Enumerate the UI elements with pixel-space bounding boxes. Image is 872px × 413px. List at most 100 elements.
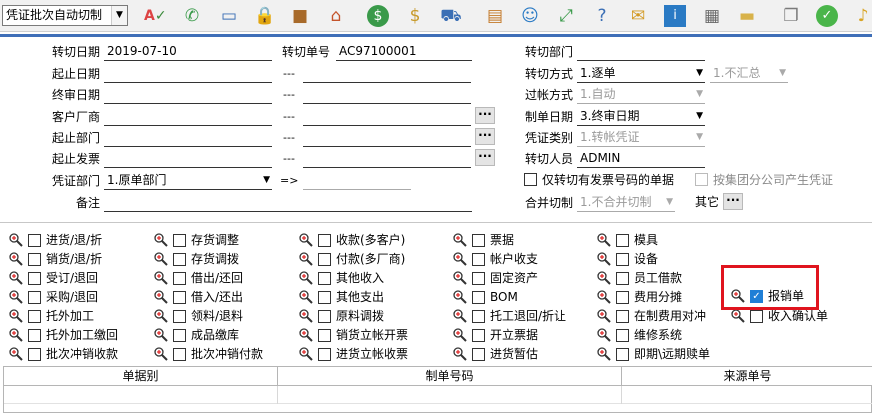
- briefcase-icon[interactable]: ■: [289, 5, 311, 27]
- option-checkbox[interactable]: [173, 272, 186, 285]
- column-header-voucher-no[interactable]: 制单号码: [278, 367, 622, 386]
- option-checkbox[interactable]: [616, 329, 629, 342]
- option-checkbox[interactable]: [173, 329, 186, 342]
- magnifier-icon[interactable]: [153, 270, 168, 285]
- magnifier-icon[interactable]: [596, 346, 611, 361]
- merge-select[interactable]: 1.不合并切制 ▼: [577, 194, 675, 212]
- start-date-to-field[interactable]: [303, 65, 471, 83]
- transfer-mode-select[interactable]: 1.逐单 ▼: [577, 65, 705, 83]
- magnifier-icon[interactable]: [452, 289, 467, 304]
- magnifier-icon[interactable]: [153, 251, 168, 266]
- start-invoice-lookup-button[interactable]: ···: [475, 149, 495, 166]
- magnifier-icon[interactable]: [153, 232, 168, 247]
- column-header-source-no[interactable]: 来源单号: [622, 367, 872, 386]
- magnifier-icon[interactable]: [298, 289, 313, 304]
- option-checkbox[interactable]: [472, 234, 485, 247]
- table-row[interactable]: [4, 386, 872, 404]
- copy-icon[interactable]: ❐: [780, 5, 802, 27]
- magnifier-icon[interactable]: [596, 327, 611, 342]
- voucher-dept-select[interactable]: 1.原单部门 ▼: [104, 172, 272, 190]
- option-checkbox[interactable]: [616, 272, 629, 285]
- start-invoice-to-field[interactable]: [303, 150, 471, 168]
- summary-select[interactable]: 1.不汇总 ▼: [710, 65, 788, 83]
- transfer-dept-field[interactable]: [577, 43, 705, 61]
- magnifier-icon[interactable]: [452, 232, 467, 247]
- magnifier-icon[interactable]: [8, 270, 23, 285]
- magnifier-icon[interactable]: [8, 289, 23, 304]
- magnifier-icon[interactable]: [298, 232, 313, 247]
- magnifier-icon[interactable]: [452, 251, 467, 266]
- option-checkbox[interactable]: [472, 291, 485, 304]
- magnifier-icon[interactable]: [8, 308, 23, 323]
- option-checkbox[interactable]: [472, 310, 485, 323]
- option-checkbox[interactable]: [318, 348, 331, 361]
- final-review-date-from-field[interactable]: [104, 86, 272, 104]
- option-checkbox[interactable]: [173, 234, 186, 247]
- option-checkbox[interactable]: [28, 348, 41, 361]
- option-checkbox[interactable]: [472, 272, 485, 285]
- magnifier-icon[interactable]: [298, 346, 313, 361]
- start-dept-to-field[interactable]: [303, 129, 471, 147]
- mode-select[interactable]: 凭证批次自动切制 ▼: [2, 5, 128, 26]
- clipboard-icon[interactable]: ▤: [484, 5, 506, 27]
- start-dept-lookup-button[interactable]: ···: [475, 128, 495, 145]
- start-dept-from-field[interactable]: [104, 129, 272, 147]
- posting-mode-select[interactable]: 1.自动 ▼: [577, 86, 705, 104]
- option-checkbox[interactable]: [750, 310, 763, 323]
- table-cell[interactable]: [4, 386, 278, 404]
- transfer-no-field[interactable]: AC97100001: [336, 43, 472, 61]
- magnifier-icon[interactable]: [298, 308, 313, 323]
- lock-icon[interactable]: 🔒: [254, 5, 276, 27]
- money-bag-icon[interactable]: $: [404, 5, 426, 27]
- option-checkbox[interactable]: [318, 310, 331, 323]
- option-checkbox[interactable]: [472, 348, 485, 361]
- magnifier-icon[interactable]: [8, 232, 23, 247]
- magnifier-icon[interactable]: [8, 327, 23, 342]
- house-icon[interactable]: ⌂: [325, 5, 347, 27]
- cart-icon[interactable]: ⛟: [440, 5, 462, 27]
- group-company-checkbox[interactable]: [695, 173, 708, 186]
- option-checkbox[interactable]: [472, 253, 485, 266]
- column-header-doc-type[interactable]: 单据别: [4, 367, 278, 386]
- magnifier-icon[interactable]: [452, 270, 467, 285]
- transfer-date-field[interactable]: 2019-07-10: [104, 43, 272, 61]
- magnifier-icon[interactable]: [153, 308, 168, 323]
- ok-icon[interactable]: ✓: [816, 5, 838, 27]
- voucher-type-select[interactable]: 1.转帐凭证 ▼: [577, 129, 705, 147]
- start-date-from-field[interactable]: [104, 65, 272, 83]
- phone-icon[interactable]: ✆: [181, 5, 203, 27]
- option-checkbox[interactable]: [472, 329, 485, 342]
- option-checkbox[interactable]: [616, 348, 629, 361]
- option-checkbox[interactable]: [28, 234, 41, 247]
- zoom-icon[interactable]: ⤢: [555, 5, 577, 27]
- magnifier-icon[interactable]: [452, 308, 467, 323]
- option-checkbox[interactable]: [173, 291, 186, 304]
- magnifier-icon[interactable]: [596, 270, 611, 285]
- magnifier-icon[interactable]: [596, 308, 611, 323]
- magnifier-icon[interactable]: [730, 308, 745, 323]
- table-cell[interactable]: [622, 386, 872, 404]
- magnifier-icon[interactable]: [298, 251, 313, 266]
- magnifier-icon[interactable]: [153, 346, 168, 361]
- only-invoice-checkbox[interactable]: [524, 173, 537, 186]
- voucher-date-select[interactable]: 3.终审日期 ▼: [577, 108, 705, 126]
- magnifier-icon[interactable]: [298, 327, 313, 342]
- option-checkbox[interactable]: [318, 329, 331, 342]
- dollar-icon[interactable]: $: [367, 5, 389, 27]
- magnifier-icon[interactable]: [8, 251, 23, 266]
- option-checkbox[interactable]: [173, 253, 186, 266]
- magnifier-icon[interactable]: [298, 270, 313, 285]
- option-checkbox[interactable]: [28, 291, 41, 304]
- option-checkbox[interactable]: [28, 253, 41, 266]
- customer-vendor-lookup-button[interactable]: ···: [475, 107, 495, 124]
- option-checkbox[interactable]: [616, 253, 629, 266]
- option-checkbox[interactable]: [318, 272, 331, 285]
- option-checkbox[interactable]: [28, 310, 41, 323]
- calculator-icon[interactable]: ▦: [701, 5, 723, 27]
- customer-vendor-to-field[interactable]: [303, 108, 471, 126]
- note-field[interactable]: [104, 194, 472, 212]
- table-cell[interactable]: [278, 386, 622, 404]
- users-icon[interactable]: ☺: [519, 5, 541, 27]
- info-icon[interactable]: i: [664, 5, 686, 27]
- other-options-button[interactable]: ···: [723, 193, 743, 210]
